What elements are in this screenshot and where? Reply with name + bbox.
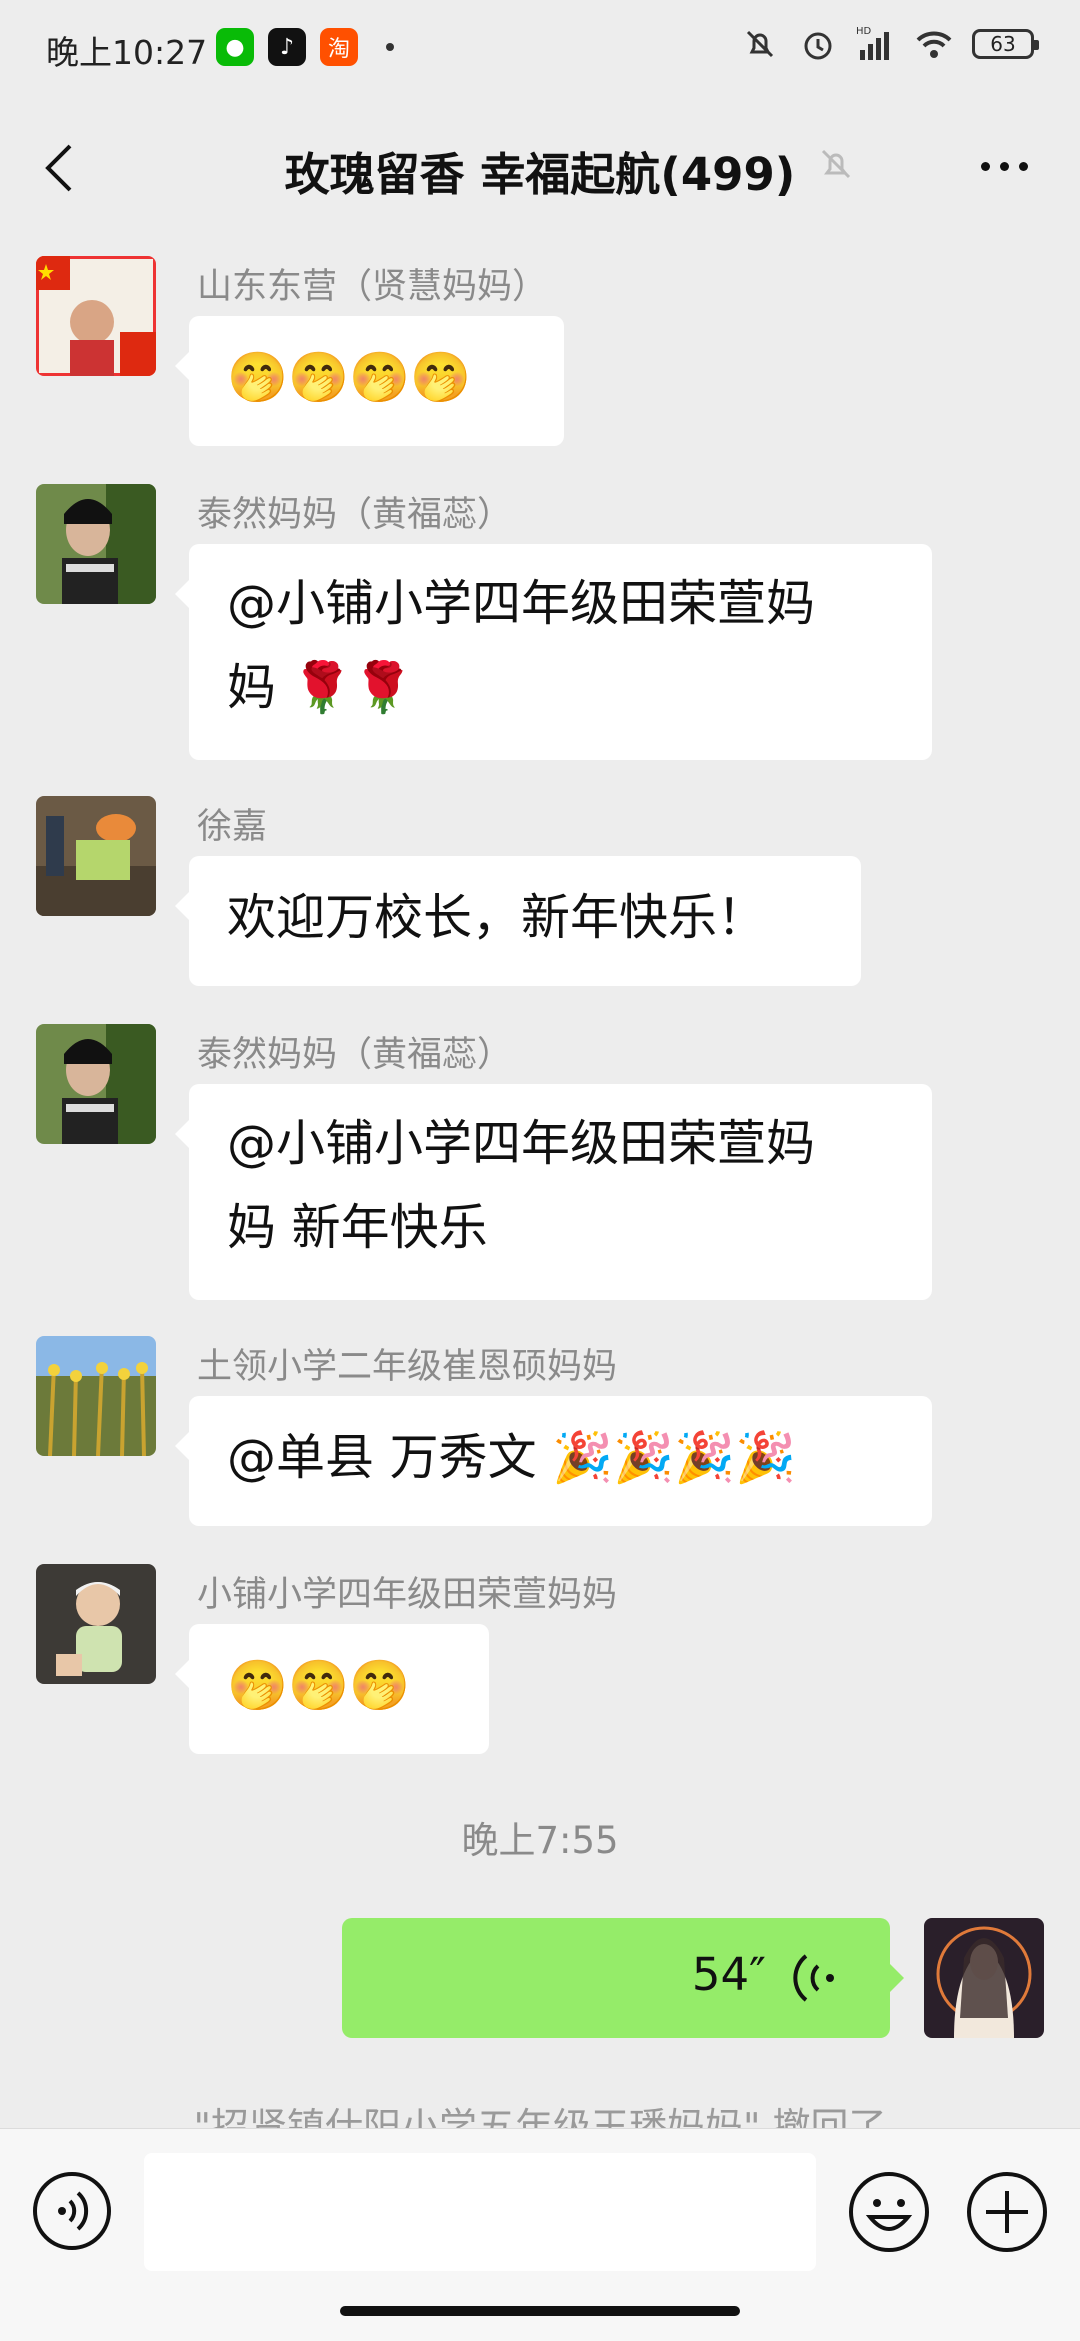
- dot-icon: [981, 162, 990, 171]
- message-text: 妈 新年快乐: [227, 1199, 488, 1256]
- message-text: @小铺小学四年级田荣萱妈: [227, 575, 816, 632]
- avatar[interactable]: [36, 484, 156, 604]
- mute-bell-icon: [746, 30, 774, 58]
- message-bubble[interactable]: @单县 万秀文 🎉🎉🎉🎉: [175, 1396, 932, 1526]
- signal-icon: HD: [856, 26, 889, 60]
- dot-icon: [1000, 162, 1009, 171]
- time-separator: 晚上7:55: [461, 1819, 619, 1862]
- message-bubble[interactable]: 🤭🤭🤭: [175, 1624, 489, 1754]
- avatar[interactable]: [36, 1024, 156, 1144]
- sender-name: 泰然妈妈（黄福蕊）: [197, 1035, 513, 1075]
- dot-icon: [1019, 162, 1028, 171]
- svg-text:HD: HD: [856, 26, 872, 37]
- notification-icons: ● ♪ 淘: [216, 28, 394, 66]
- emoji-button[interactable]: [848, 2171, 930, 2253]
- avatar[interactable]: [36, 1336, 156, 1456]
- sender-name: 土领小学二年级崔恩硕妈妈: [197, 1347, 618, 1387]
- muted-bell-icon: [821, 149, 851, 179]
- message-bubble[interactable]: @小铺小学四年级田荣萱妈 妈 新年快乐: [175, 1084, 932, 1300]
- message-text: 欢迎万校长，新年快乐！: [227, 889, 767, 946]
- message-bubble[interactable]: 🤭🤭🤭🤭: [175, 316, 564, 446]
- avatar[interactable]: [36, 796, 156, 916]
- taobao-icon: 淘: [320, 28, 358, 66]
- wechat-icon: ●: [216, 28, 254, 66]
- voice-duration: 54″: [691, 1948, 766, 2001]
- chat-header: 玫瑰留香 幸福起航(499): [0, 96, 1080, 242]
- message-text: 🤭🤭🤭🤭: [227, 349, 472, 406]
- message-bubble[interactable]: 欢迎万校长，新年快乐！: [175, 856, 861, 986]
- alarm-icon: [804, 32, 832, 60]
- chat-title: 玫瑰留香 幸福起航(499): [284, 148, 796, 201]
- message-text: @单县 万秀文 🎉🎉🎉🎉: [227, 1429, 797, 1486]
- avatar[interactable]: [36, 256, 156, 376]
- message-bubble[interactable]: @小铺小学四年级田荣萱妈 妈 🌹🌹: [175, 544, 932, 760]
- more-options-button[interactable]: [981, 162, 1028, 171]
- system-icons: HD 63: [740, 24, 1039, 64]
- tiktok-icon: ♪: [268, 28, 306, 66]
- my-avatar[interactable]: [924, 1918, 1044, 2038]
- voice-message-bubble[interactable]: 54″: [342, 1918, 904, 2038]
- battery-indicator: 63: [972, 29, 1039, 59]
- status-time: 晚上10:27: [46, 33, 208, 72]
- message-text: 🤭🤭🤭: [227, 1657, 411, 1714]
- home-indicator[interactable]: [340, 2306, 740, 2316]
- message-text: 妈 🌹🌹: [227, 659, 414, 716]
- sender-name: 小铺小学四年级田荣萱妈妈: [197, 1575, 618, 1615]
- message-text: @小铺小学四年级田荣萱妈: [227, 1115, 816, 1172]
- status-bar: 晚上10:27 ● ♪ 淘 HD 63: [0, 0, 1080, 96]
- avatar[interactable]: [36, 1564, 156, 1684]
- sender-name: 山东东营（贤慧妈妈）: [197, 267, 548, 307]
- sender-name: 泰然妈妈（黄福蕊）: [197, 495, 513, 535]
- message-input[interactable]: [144, 2153, 816, 2271]
- voice-wave-icon: [793, 1954, 834, 2002]
- wifi-icon: [916, 31, 952, 58]
- sender-name: 徐嘉: [197, 807, 268, 847]
- more-actions-button[interactable]: [966, 2171, 1048, 2253]
- voice-input-button[interactable]: [32, 2171, 112, 2251]
- more-notifications-dot: [386, 43, 394, 51]
